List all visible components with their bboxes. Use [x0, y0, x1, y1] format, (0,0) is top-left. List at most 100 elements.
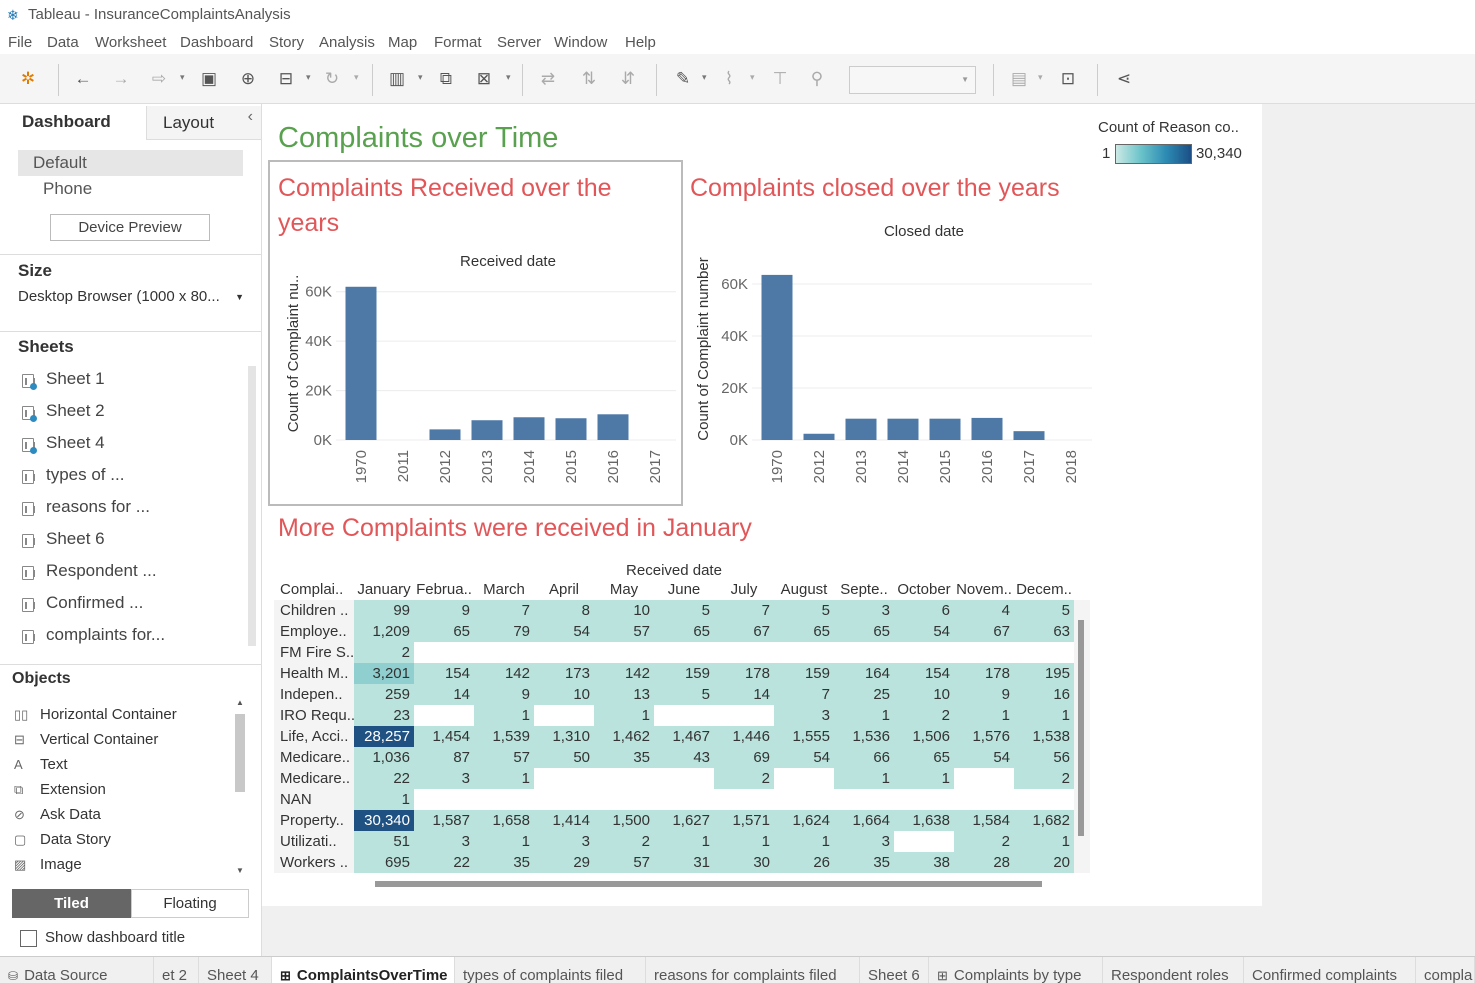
object-item[interactable]: ▨ Image — [14, 856, 82, 873]
bar[interactable] — [1013, 431, 1045, 440]
heatmap-cell[interactable]: 1,500 — [594, 810, 654, 831]
heatmap-cell[interactable]: 1,584 — [954, 810, 1014, 831]
heatmap-cell[interactable]: 7 — [714, 600, 774, 621]
heatmap-cell[interactable]: 1 — [594, 705, 654, 726]
bar[interactable] — [971, 417, 1003, 440]
sheet-tab[interactable]: et 2 — [154, 957, 199, 983]
sheet-tab[interactable]: Sheet 6 — [860, 957, 929, 983]
menu-worksheet[interactable]: Worksheet — [95, 34, 166, 51]
device-default-option[interactable]: Default — [18, 150, 243, 176]
sheet-tab[interactable]: Confirmed complaints — [1244, 957, 1416, 983]
tab-layout[interactable]: Layout ‹ — [146, 106, 261, 140]
sheet-item[interactable]: Sheet 6 — [18, 529, 105, 559]
heatmap-cell[interactable]: 14 — [714, 684, 774, 705]
heatmap-cell[interactable] — [954, 768, 1014, 789]
heatmap-cell[interactable]: 79 — [474, 621, 534, 642]
heatmap-cell[interactable]: 66 — [834, 747, 894, 768]
menu-analysis[interactable]: Analysis — [319, 34, 375, 51]
heatmap-cell[interactable]: 10 — [894, 684, 954, 705]
heatmap-cell[interactable]: 3,201 — [354, 663, 414, 684]
heatmap-cell[interactable]: 1,664 — [834, 810, 894, 831]
heatmap-cell[interactable] — [534, 642, 594, 663]
heatmap-cell[interactable]: 65 — [774, 621, 834, 642]
heatmap-cell[interactable] — [894, 642, 954, 663]
bar[interactable] — [429, 429, 461, 440]
heatmap-cell[interactable] — [474, 789, 534, 810]
heatmap-row-label[interactable]: Indepen.. — [280, 684, 343, 705]
heatmap-cell[interactable] — [654, 768, 714, 789]
heatmap-cell[interactable]: 38 — [894, 852, 954, 873]
sheet-tab[interactable]: ⊞ Complaints by type — [929, 957, 1103, 983]
undo-icon[interactable]: ← — [72, 68, 94, 90]
heatmap-cell[interactable] — [534, 705, 594, 726]
floating-button[interactable]: Floating — [131, 889, 249, 918]
heatmap-cell[interactable] — [414, 789, 474, 810]
chevron-down-icon[interactable]: ▾ — [180, 72, 185, 83]
heatmap-cell[interactable]: 20 — [1014, 852, 1074, 873]
heatmap-cell[interactable]: 178 — [714, 663, 774, 684]
tableau-home-icon[interactable]: ✲ — [17, 68, 39, 90]
heatmap-cell[interactable]: 9 — [414, 600, 474, 621]
redo-icon[interactable]: → — [110, 68, 132, 90]
presentation-mode-icon[interactable]: ⊡ — [1057, 68, 1079, 90]
heatmap-cell[interactable]: 1,658 — [474, 810, 534, 831]
show-me-icon[interactable]: ▤ — [1008, 68, 1030, 90]
color-legend-gradient[interactable] — [1115, 144, 1192, 164]
heatmap-cell[interactable]: 22 — [414, 852, 474, 873]
heatmap-cell[interactable] — [594, 789, 654, 810]
chevron-down-icon[interactable]: ▾ — [702, 72, 707, 83]
swap-icon[interactable]: ⇄ — [537, 68, 559, 90]
heatmap-cell[interactable]: 22 — [354, 768, 414, 789]
heatmap-cell[interactable]: 1 — [894, 768, 954, 789]
scroll-up-icon[interactable]: ▲ — [236, 698, 244, 707]
collapse-panel-icon[interactable]: ‹ — [248, 108, 253, 126]
heatmap-cell[interactable]: 195 — [1014, 663, 1074, 684]
sheet-tab[interactable]: ⊞ ComplaintsOverTime — [272, 957, 455, 983]
heatmap-cell[interactable]: 50 — [534, 747, 594, 768]
heatmap-row-label[interactable]: Children .. — [280, 600, 348, 621]
replay-icon[interactable]: ⇨ — [148, 68, 170, 90]
new-worksheet-icon[interactable]: ▥ — [386, 68, 408, 90]
heatmap-row-label[interactable]: Health M.. — [280, 663, 348, 684]
object-item[interactable]: ▯▯ Horizontal Container — [14, 706, 177, 723]
sheets-scrollbar[interactable] — [248, 366, 256, 646]
heatmap-cell[interactable]: 1 — [774, 831, 834, 852]
pin-icon[interactable]: ⚲ — [806, 68, 828, 90]
heatmap-cell[interactable]: 2 — [594, 831, 654, 852]
chart-received-svg[interactable]: Received date Count of Complaint nu.. 0K 20… — [262, 244, 682, 484]
heatmap-cell[interactable]: 1 — [474, 705, 534, 726]
heatmap-row-label[interactable]: Workers .. — [280, 852, 348, 873]
bar[interactable] — [761, 274, 793, 440]
heatmap-cell[interactable]: 1,310 — [534, 726, 594, 747]
device-preview-button[interactable]: Device Preview — [50, 214, 210, 241]
heatmap-cell[interactable] — [414, 642, 474, 663]
object-item[interactable]: ⧉ Extension — [14, 781, 106, 798]
heatmap-cell[interactable] — [1014, 789, 1074, 810]
heatmap-cell[interactable]: 1,506 — [894, 726, 954, 747]
heatmap-cell[interactable]: 54 — [894, 621, 954, 642]
menu-dashboard[interactable]: Dashboard — [180, 34, 253, 51]
show-dashboard-title-checkbox[interactable] — [20, 930, 37, 947]
heatmap-cell[interactable]: 13 — [594, 684, 654, 705]
heatmap-cell[interactable]: 3 — [774, 705, 834, 726]
heatmap-cell[interactable] — [414, 705, 474, 726]
heatmap-cell[interactable]: 154 — [414, 663, 474, 684]
heatmap-cell[interactable]: 1,571 — [714, 810, 774, 831]
heatmap-cell[interactable]: 26 — [774, 852, 834, 873]
sheet-tab[interactable]: Respondent roles — [1103, 957, 1244, 983]
menu-file[interactable]: File — [8, 34, 32, 51]
heatmap-cell[interactable] — [594, 642, 654, 663]
bar[interactable] — [887, 418, 919, 440]
heatmap-cell[interactable]: 1,209 — [354, 621, 414, 642]
heatmap-cell[interactable]: 1,682 — [1014, 810, 1074, 831]
heatmap-cell[interactable]: 1,587 — [414, 810, 474, 831]
heatmap-cell[interactable]: 142 — [594, 663, 654, 684]
sheet-item[interactable]: Respondent ... — [18, 561, 157, 591]
heatmap-cell[interactable]: 1,036 — [354, 747, 414, 768]
tab-dashboard[interactable]: Dashboard — [0, 106, 146, 140]
heatmap-cell[interactable]: 1,627 — [654, 810, 714, 831]
heatmap-cell[interactable]: 30 — [714, 852, 774, 873]
heatmap-cell[interactable]: 5 — [654, 600, 714, 621]
chevron-down-icon[interactable]: ▾ — [1038, 72, 1043, 83]
heatmap-row-label[interactable]: Medicare.. — [280, 747, 350, 768]
